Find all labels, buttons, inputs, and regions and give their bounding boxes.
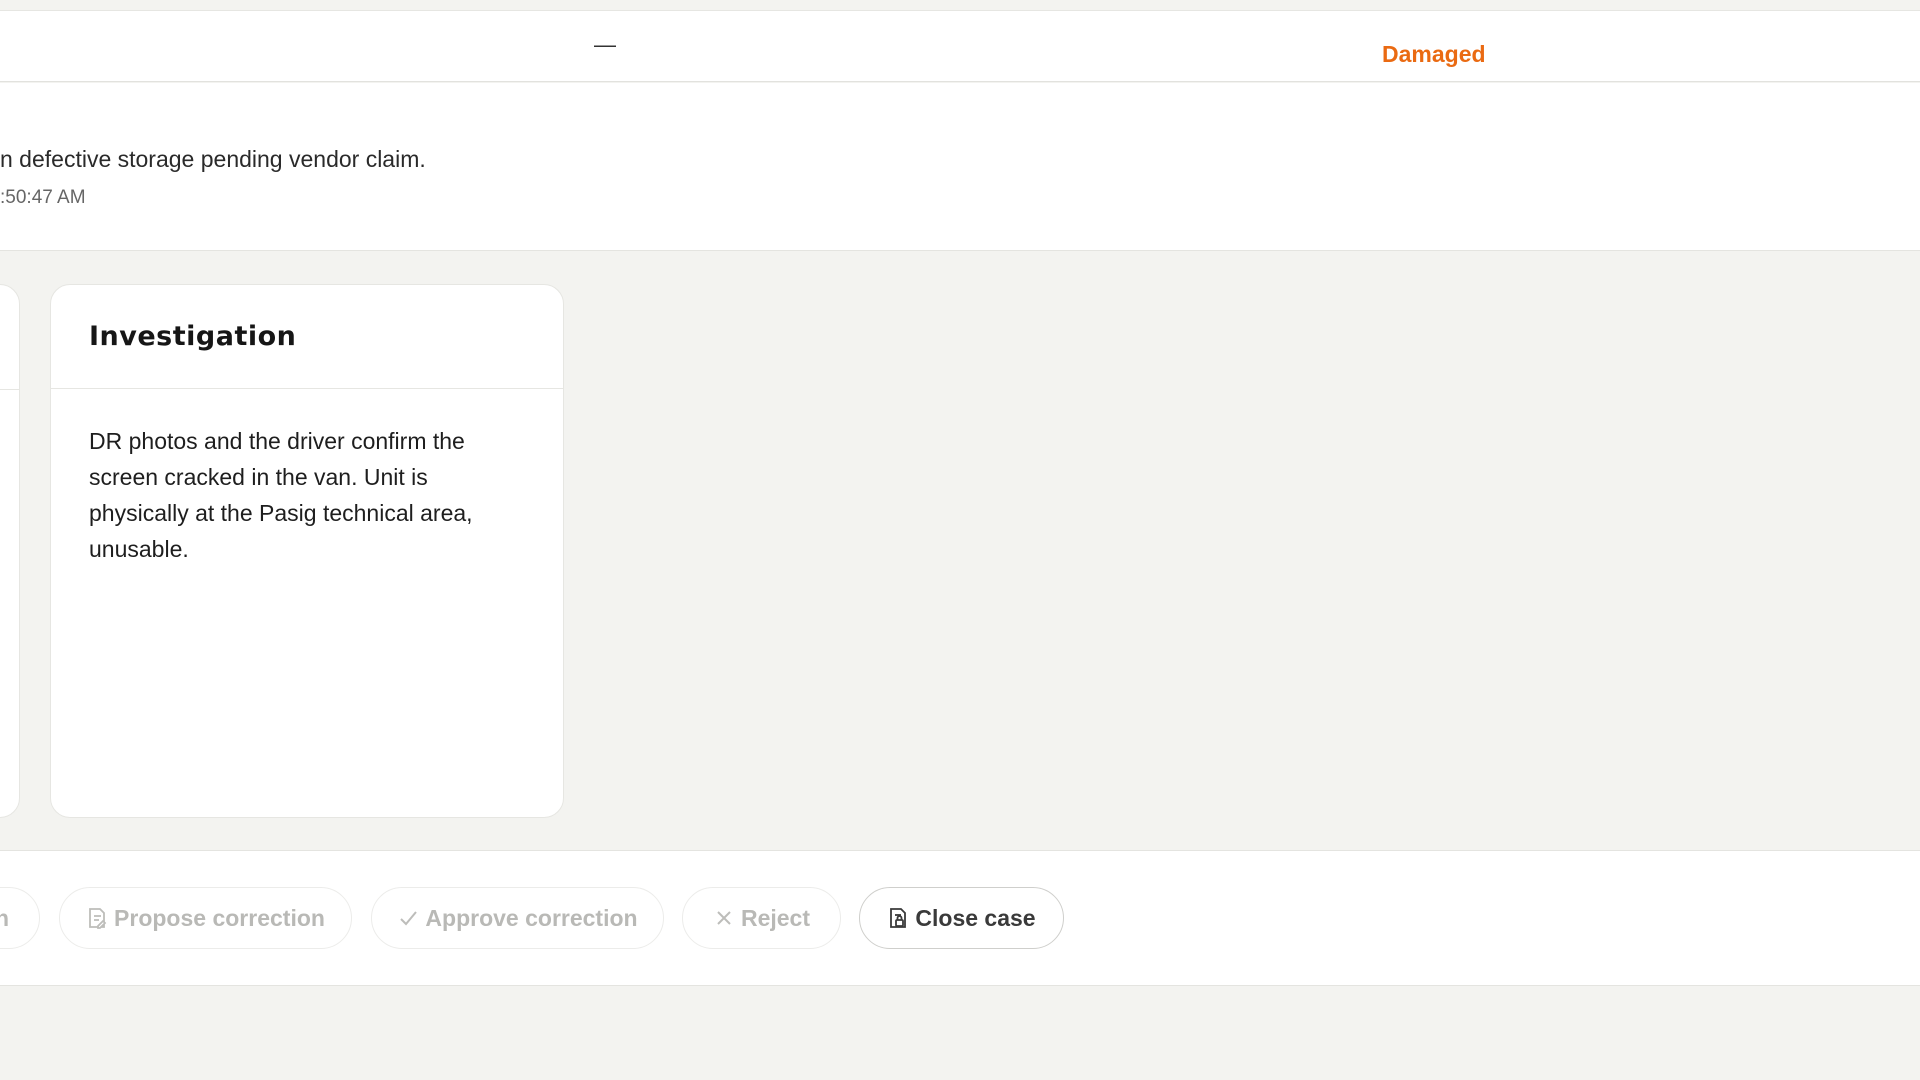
card-header: Investigation xyxy=(51,285,563,389)
case-action-bar: n Propose correction Approve correction … xyxy=(0,850,1920,986)
empty-value-dash: — xyxy=(594,32,616,57)
propose-correction-label: Propose correction xyxy=(114,904,325,931)
status-badge: Damaged xyxy=(1382,41,1486,67)
reject-button[interactable]: Reject xyxy=(682,887,841,949)
close-case-button[interactable]: Close case xyxy=(859,887,1064,949)
case-note-timestamp: :50:47 AM xyxy=(0,187,86,208)
reject-label: Reject xyxy=(740,904,811,931)
document-edit-icon xyxy=(86,907,108,929)
case-note-panel: n defective storage pending vendor claim… xyxy=(0,83,1920,251)
case-note-text: n defective storage pending vendor claim… xyxy=(0,146,426,172)
approve-correction-label: Approve correction xyxy=(425,904,638,931)
check-icon xyxy=(397,907,419,929)
case-table-row[interactable]: — Damaged xyxy=(0,10,1920,82)
card-title: Investigation xyxy=(89,321,297,352)
approve-correction-button[interactable]: Approve correction xyxy=(371,887,664,949)
document-lock-icon xyxy=(887,907,909,929)
previous-action-button[interactable]: n xyxy=(0,887,40,949)
top-strip xyxy=(0,0,1920,10)
card-divider xyxy=(0,389,19,390)
close-case-label: Close case xyxy=(915,904,1036,931)
investigation-card: Investigation DR photos and the driver c… xyxy=(50,284,564,818)
previous-card xyxy=(0,284,20,818)
propose-correction-button[interactable]: Propose correction xyxy=(59,887,352,949)
previous-action-label: n xyxy=(0,904,9,931)
x-icon xyxy=(713,907,735,929)
card-body: DR photos and the driver confirm the scr… xyxy=(89,428,473,562)
